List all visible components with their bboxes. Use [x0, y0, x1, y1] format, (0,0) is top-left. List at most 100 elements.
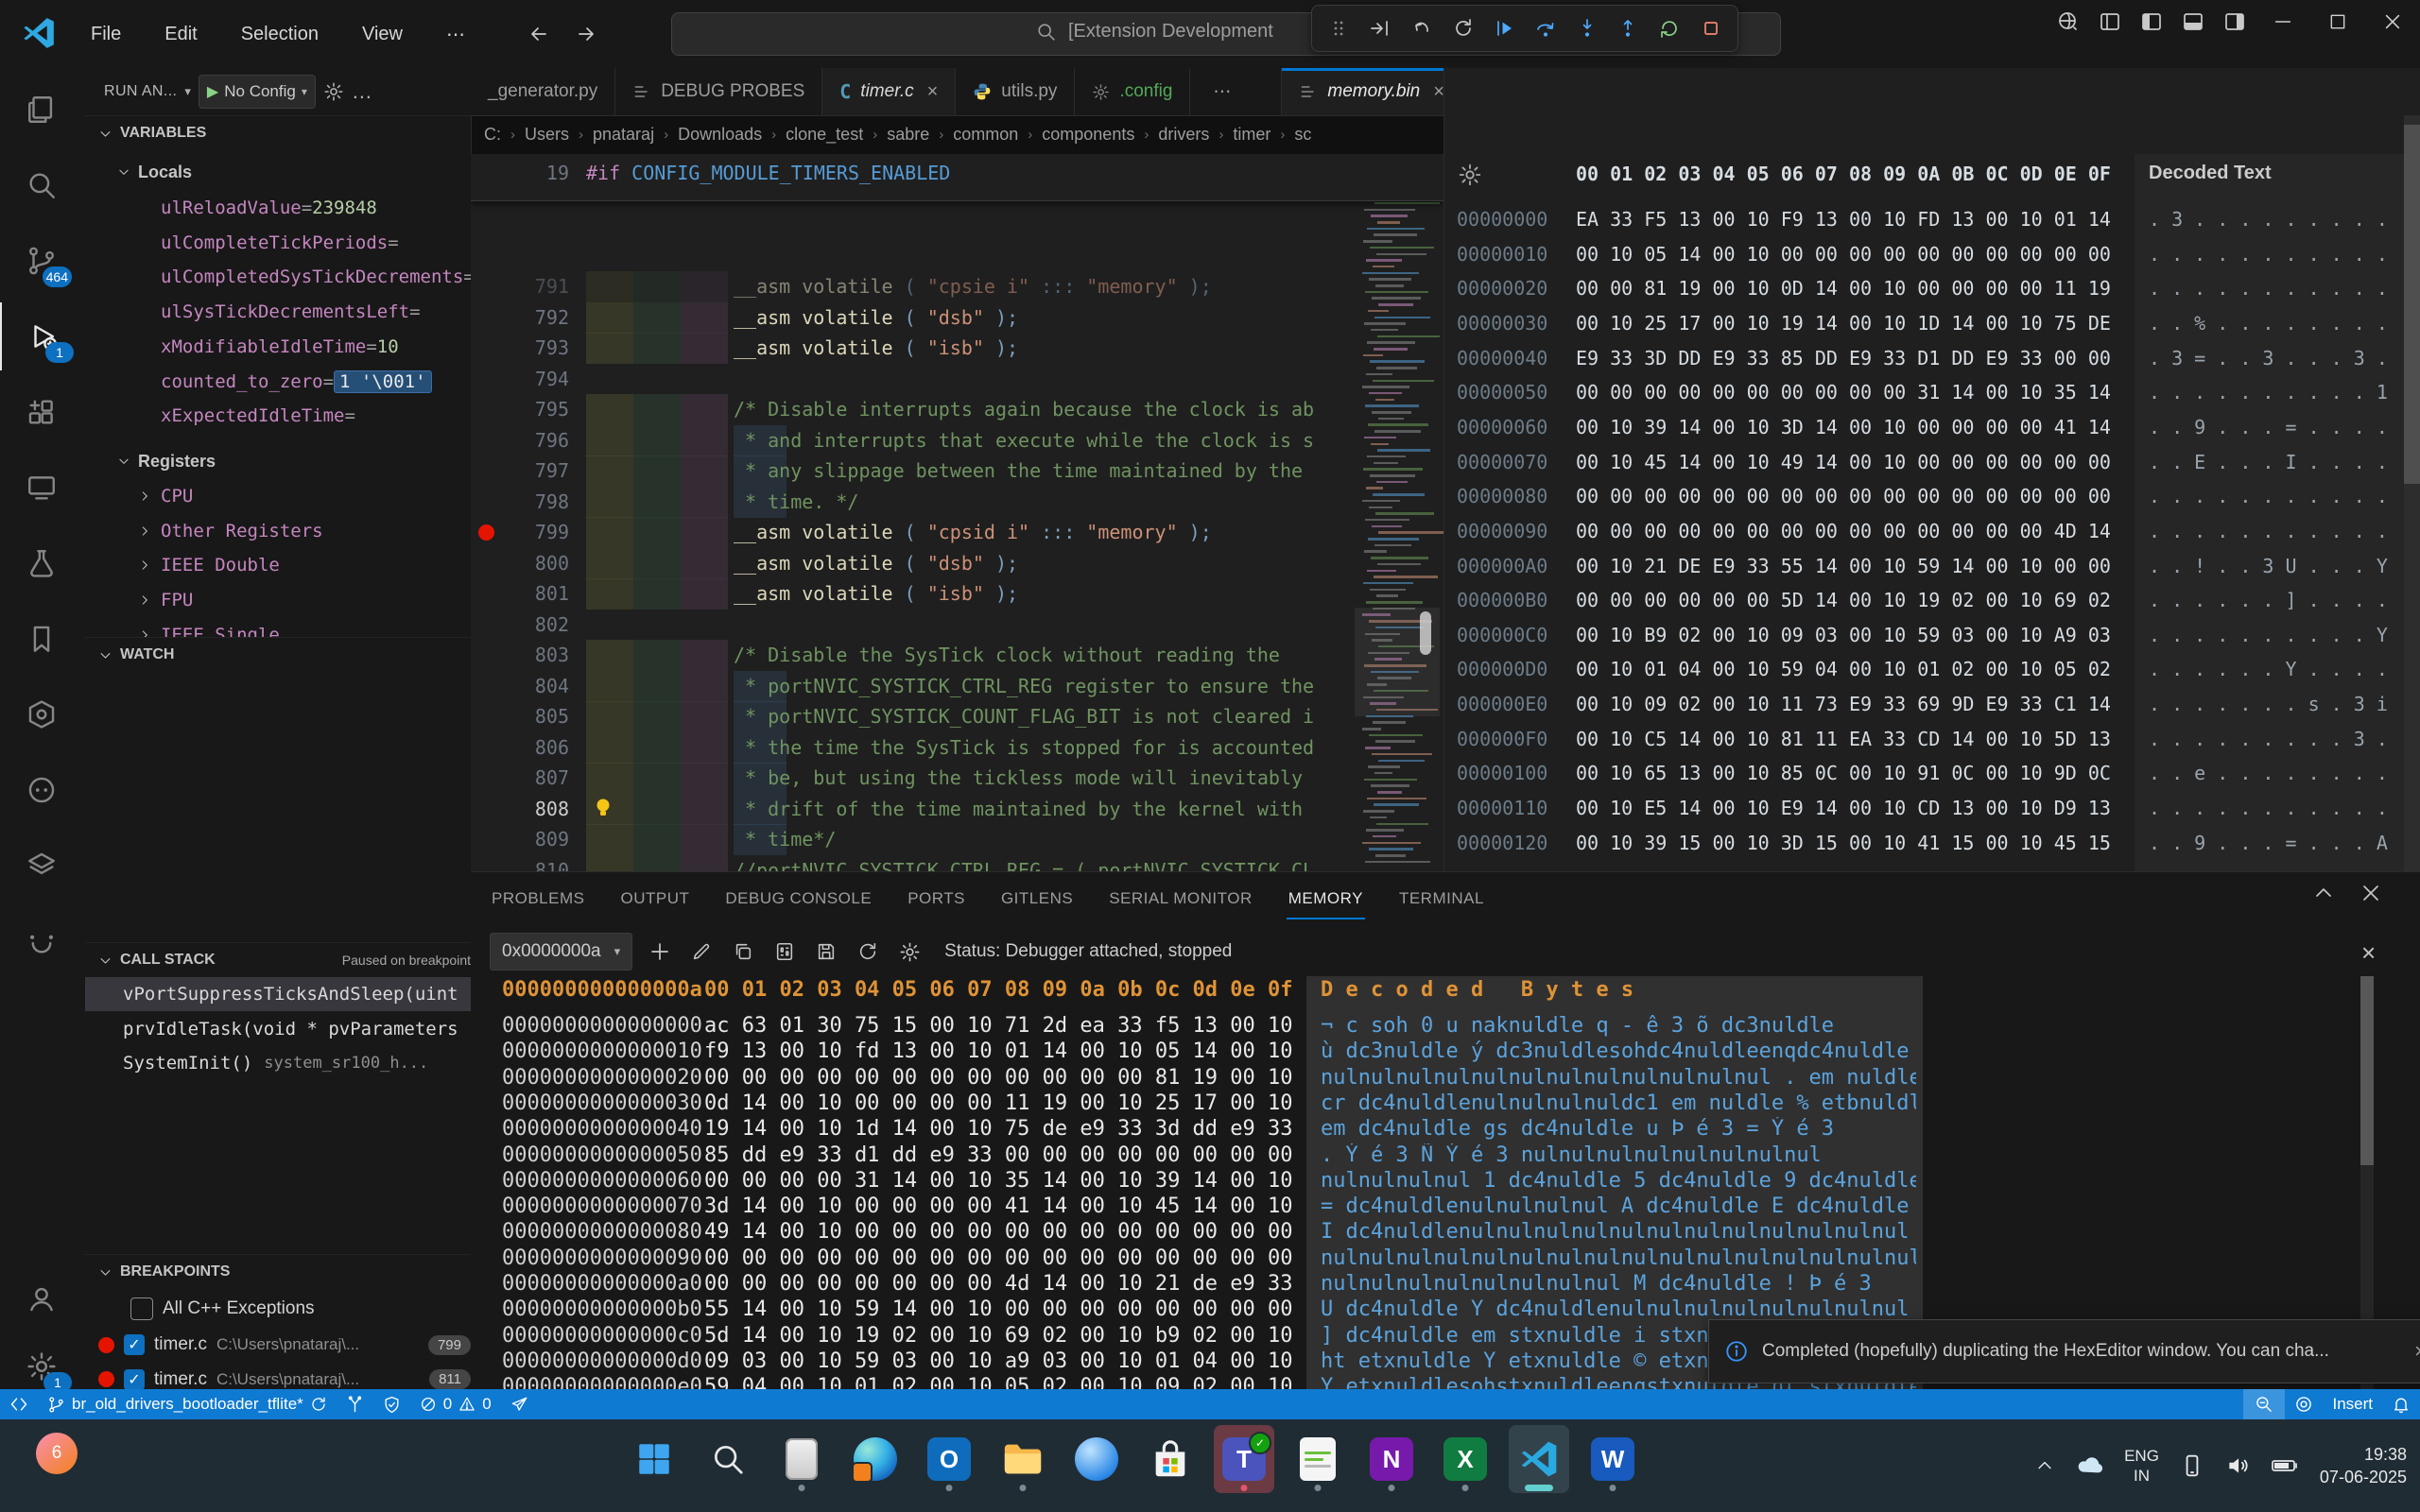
activity-source-control[interactable]: 464: [0, 227, 83, 295]
save-icon[interactable]: [812, 937, 840, 966]
checkbox-unchecked[interactable]: [130, 1297, 153, 1320]
activity-explorer[interactable]: [0, 76, 83, 144]
menu-overflow[interactable]: ⋯: [431, 15, 480, 54]
menu-file[interactable]: File: [76, 16, 136, 53]
breadcrumb-item[interactable]: sc: [1294, 125, 1311, 145]
code-line[interactable]: 793__asm volatile ( "isb" );: [471, 333, 1443, 364]
tab-memory-bin[interactable]: memory.bin×: [1282, 68, 1462, 115]
taskbar-app-snip[interactable]: [1288, 1425, 1348, 1493]
line-number[interactable]: 795: [471, 394, 569, 425]
line-number[interactable]: 810: [471, 855, 569, 872]
copy-icon[interactable]: [729, 937, 757, 966]
line-number[interactable]: 803: [471, 640, 569, 671]
menu-selection[interactable]: Selection: [226, 16, 334, 53]
code-line[interactable]: 810//portNVIC_SYSTICK_CTRL_REG = ( portN…: [471, 855, 1443, 872]
stack-frame[interactable]: vPortSuppressTicksAndSleep(uint: [85, 977, 472, 1011]
debug-config-dropdown[interactable]: ▶ No Config ▾: [199, 75, 316, 109]
hex-bytes[interactable]: 00 10 45 14 00 10 49 14 00 10 00 00 00 0…: [1576, 451, 2111, 473]
git-branch-item[interactable]: br_old_drivers_bootloader_tflite*: [38, 1389, 337, 1419]
line-number[interactable]: 798: [471, 487, 569, 518]
panel-tab-terminal[interactable]: TERMINAL: [1397, 884, 1486, 914]
breadcrumb-item[interactable]: common: [953, 125, 1018, 145]
activity-notebook[interactable]: [0, 907, 83, 975]
register-group-fpu[interactable]: FPU: [85, 583, 472, 617]
debug-gear-icon[interactable]: [323, 81, 344, 102]
language-indicator[interactable]: ENGIN: [2124, 1446, 2159, 1486]
memory-settings-gear-icon[interactable]: [895, 937, 924, 966]
breakpoint-dot[interactable]: [478, 524, 494, 541]
panel-tab-ports[interactable]: PORTS: [906, 884, 967, 914]
code-line[interactable]: 800__asm volatile ( "dsb" );: [471, 548, 1443, 579]
line-number[interactable]: 805: [471, 701, 569, 732]
continue-icon[interactable]: [1487, 11, 1521, 45]
memory-scrollbar-thumb[interactable]: [2360, 976, 2374, 1165]
zoom-indicator[interactable]: [2243, 1389, 2285, 1419]
taskbar-app-widgets[interactable]: [771, 1425, 832, 1493]
taskbar-app-teams[interactable]: T✓: [1214, 1425, 1274, 1493]
restart-icon[interactable]: [1652, 11, 1686, 45]
activity-settings-hexagon[interactable]: [0, 680, 83, 748]
taskbar-app-vscode[interactable]: [1509, 1425, 1569, 1493]
line-number[interactable]: 804: [471, 671, 569, 702]
breadcrumb-item[interactable]: drivers: [1158, 125, 1209, 145]
line-number[interactable]: 796: [471, 425, 569, 456]
minimap[interactable]: [1358, 154, 1435, 871]
breakpoint-exceptions[interactable]: All C++ Exceptions: [85, 1292, 472, 1326]
code-line[interactable]: 796 * and interrupts that execute while …: [471, 425, 1443, 456]
taskbar-app-edge[interactable]: [845, 1425, 906, 1493]
binary-file-icon[interactable]: [770, 937, 799, 966]
activity-bookmarks[interactable]: [0, 605, 83, 673]
taskbar-app-outlook[interactable]: O: [919, 1425, 979, 1493]
panel-tab-memory[interactable]: MEMORY: [1287, 884, 1365, 914]
taskbar-app-copilot[interactable]: [1066, 1425, 1127, 1493]
taskbar-app-search[interactable]: [698, 1425, 758, 1493]
run-to-cursor-icon[interactable]: [1363, 11, 1397, 45]
code-line[interactable]: 806 * the time the SysTick is stopped fo…: [471, 732, 1443, 764]
memory-address-dropdown[interactable]: 0x0000000a ▾: [490, 933, 632, 971]
tree-registers[interactable]: Registers: [85, 444, 472, 478]
breakpoint-row[interactable]: ✓ timer.cC:\Users\pnataraj\...811: [85, 1363, 472, 1389]
activity-testing[interactable]: [0, 529, 83, 597]
code-line[interactable]: 802: [471, 610, 1443, 641]
edit-icon[interactable]: [687, 937, 716, 966]
breadcrumb-item[interactable]: pnataraj: [593, 125, 654, 145]
activity-remote-explorer[interactable]: [0, 454, 83, 522]
variable-row[interactable]: ulCompleteTickPeriods =: [85, 226, 472, 260]
code-editor[interactable]: 791__asm volatile ( "cpsie i" ::: "memor…: [471, 154, 1443, 871]
register-group-ieee-double[interactable]: IEEE Double: [85, 548, 472, 582]
panel-tab-serial-monitor[interactable]: SERIAL MONITOR: [1107, 884, 1254, 914]
breakpoint-row[interactable]: ✓ timer.cC:\Users\pnataraj\...799: [85, 1328, 472, 1362]
code-line[interactable]: 798 * time. */: [471, 487, 1443, 518]
remote-indicator[interactable]: [0, 1389, 38, 1419]
variable-row[interactable]: xExpectedIdleTime =: [85, 399, 472, 433]
line-number[interactable]: 809: [471, 824, 569, 855]
phone-link-icon[interactable]: [2180, 1453, 2204, 1478]
add-memory-view-icon[interactable]: [646, 937, 674, 966]
breadcrumb-item[interactable]: clone_test: [786, 125, 863, 145]
hex-bytes[interactable]: 00 00 00 00 00 00 00 00 00 00 31 14 00 1…: [1576, 381, 2111, 404]
toggle-primary-sidebar-icon[interactable]: [2131, 0, 2172, 43]
line-number[interactable]: 802: [471, 610, 569, 641]
tray-chevron-icon[interactable]: [2035, 1456, 2054, 1475]
breadcrumb-item[interactable]: C:: [484, 125, 501, 145]
panel-collapse-icon[interactable]: [2312, 882, 2335, 904]
breadcrumb-item[interactable]: timer: [1233, 125, 1270, 145]
taskbar-app-word[interactable]: W: [1582, 1425, 1643, 1493]
clock[interactable]: 19:3807-06-2025: [2320, 1443, 2407, 1489]
variable-row[interactable]: counted_to_zero = 1 '\001': [85, 365, 472, 399]
code-line[interactable]: 791__asm volatile ( "cpsie i" ::: "memor…: [471, 271, 1443, 302]
hex-bytes[interactable]: 00 10 01 04 00 10 59 04 00 10 01 02 00 1…: [1576, 658, 2111, 680]
sticky-scroll-line[interactable]: 19 #if CONFIG_MODULE_TIMERS_ENABLED: [471, 154, 1443, 201]
step-into-icon[interactable]: [1570, 11, 1604, 45]
line-number[interactable]: 801: [471, 578, 569, 610]
checks-item[interactable]: [373, 1389, 410, 1419]
tab--generator-py[interactable]: _generator.py: [471, 68, 615, 115]
step-out-icon[interactable]: [1612, 11, 1646, 45]
activity-extensions[interactable]: [0, 378, 83, 446]
code-line[interactable]: 809 * time*/: [471, 824, 1443, 855]
hex-bytes[interactable]: 00 10 C5 14 00 10 81 11 EA 33 CD 14 00 1…: [1576, 728, 2111, 750]
nav-back-icon[interactable]: [527, 23, 550, 45]
line-number[interactable]: 794: [471, 364, 569, 395]
register-group-other-registers[interactable]: Other Registers: [85, 514, 472, 548]
hex-bytes[interactable]: 00 10 05 14 00 10 00 00 00 00 00 00 00 0…: [1576, 243, 2111, 266]
